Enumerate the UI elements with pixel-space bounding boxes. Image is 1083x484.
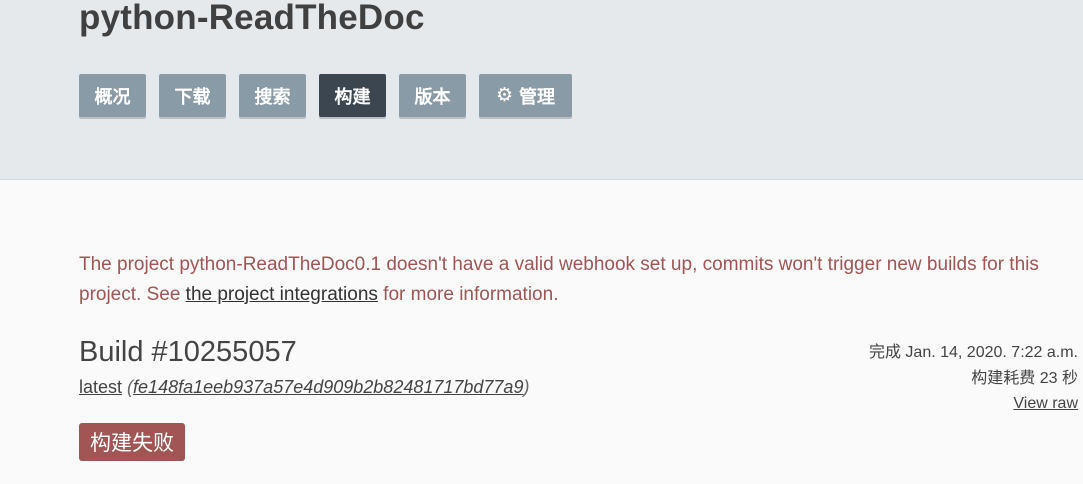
nav-admin-label: 管理	[519, 86, 556, 107]
build-meta: 完成 Jan. 14, 2020. 7:22 a.m. 构建耗费 23 秒 Vi…	[869, 340, 1078, 417]
notice-text-end: for more information.	[377, 283, 559, 305]
commit-link[interactable]: fe148fa1eeb937a57e4d909b2b82481717bd77a9	[133, 377, 523, 397]
build-status-badge: 构建失败	[79, 423, 185, 461]
nav-downloads-button[interactable]: 下载	[159, 74, 226, 117]
version-link[interactable]: latest	[79, 377, 122, 397]
nav-overview-button[interactable]: 概况	[79, 74, 146, 117]
view-raw-link[interactable]: View raw	[1013, 395, 1078, 412]
nav-versions-button[interactable]: 版本	[399, 74, 466, 117]
build-title: Build #10255057	[79, 336, 297, 368]
build-duration: 构建耗费 23 秒	[971, 369, 1078, 387]
project-integrations-link[interactable]: the project integrations	[186, 284, 378, 305]
project-header: python-ReadTheDoc 概况 下载 搜索 构建 版本 ⚙ 管理	[0, 0, 1083, 180]
nav-builds-button[interactable]: 构建	[319, 74, 386, 117]
commit-close-paren: )	[523, 377, 530, 397]
build-ref: latest (fe148fa1eeb937a57e4d909b2b824817…	[79, 377, 529, 398]
project-title: python-ReadTheDoc	[79, 0, 425, 37]
gear-icon: ⚙	[495, 85, 514, 106]
nav-admin-button[interactable]: ⚙ 管理	[479, 74, 572, 117]
webhook-notice: The project python-ReadTheDoc0.1 doesn't…	[79, 250, 1069, 309]
nav-search-button[interactable]: 搜索	[239, 74, 306, 117]
build-finished-time: 完成 Jan. 14, 2020. 7:22 a.m.	[868, 344, 1078, 361]
